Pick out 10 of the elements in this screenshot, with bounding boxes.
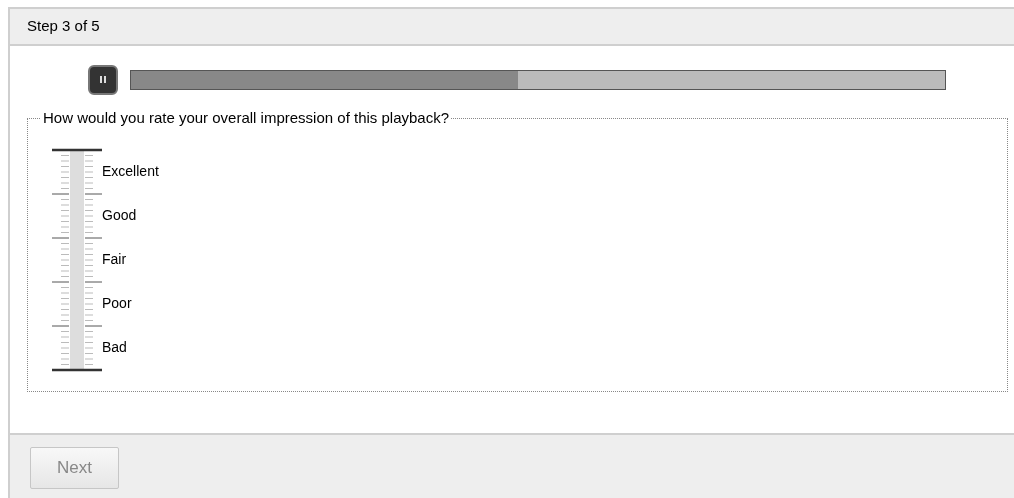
pause-button[interactable] (88, 64, 118, 95)
question-text: How would you rate your overall impression of this playback? (42, 108, 451, 128)
scale-label: Fair (102, 250, 127, 269)
scale-label: Poor (102, 294, 132, 313)
progress-bar[interactable] (130, 69, 946, 90)
pause-icon (100, 76, 106, 83)
scale-label: Bad (102, 338, 127, 357)
scale-label: Excellent (102, 162, 159, 181)
step-indicator: Step 3 of 5 (27, 16, 100, 37)
scale-label: Good (102, 206, 137, 225)
